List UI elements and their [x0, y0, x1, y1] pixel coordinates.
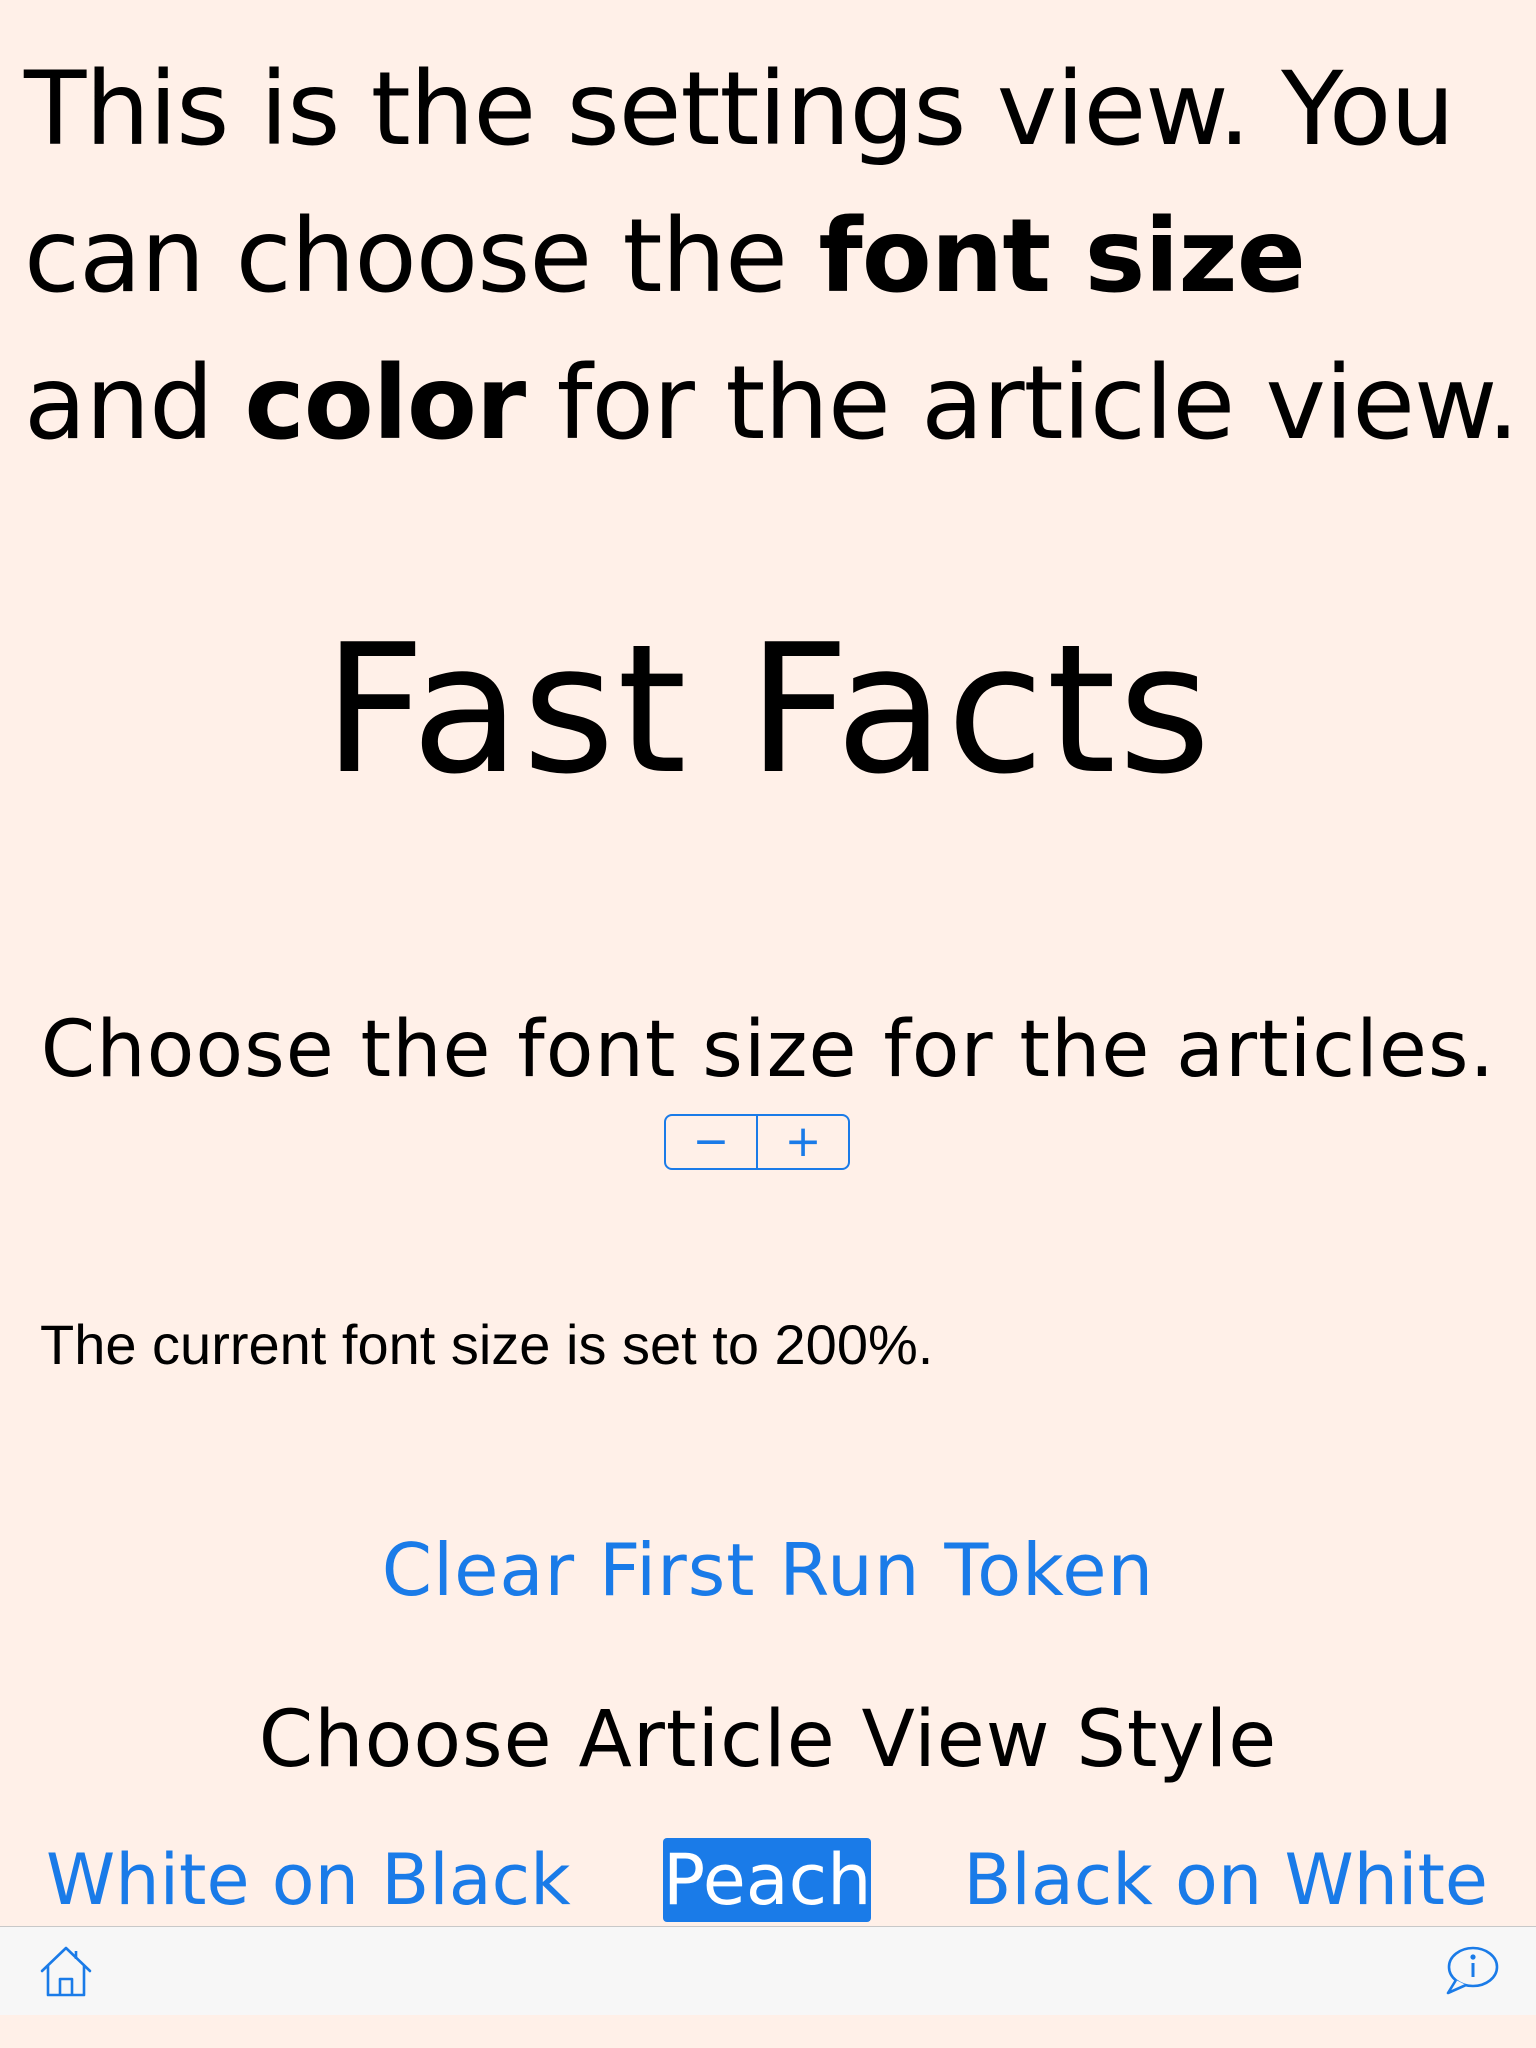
clear-first-run-token-button[interactable]: Clear First Run Token: [0, 1520, 1536, 1620]
intro-text-3: for the article view.: [525, 344, 1520, 463]
bottom-toolbar: [0, 1926, 1536, 2015]
info-bubble-icon[interactable]: [1442, 1943, 1502, 1999]
settings-intro-text: This is the settings view. You can choos…: [24, 36, 1524, 477]
app-title: Fast Facts: [323, 606, 1213, 813]
intro-bold-color: color: [244, 344, 526, 463]
intro-bold-font-size: font size: [818, 197, 1306, 316]
decrease-font-button[interactable]: −: [666, 1116, 756, 1168]
article-style-heading: Choose Article View Style: [258, 1695, 1278, 1785]
article-style-selector: White on Black Peach Black on White: [0, 1838, 1536, 1922]
style-option-peach[interactable]: Peach: [663, 1838, 872, 1922]
current-font-size-label: The current font size is set to 200%.: [40, 1313, 934, 1376]
home-icon[interactable]: [36, 1943, 96, 1999]
font-size-stepper[interactable]: − +: [664, 1114, 850, 1170]
font-size-prompt: Choose the font size for the articles.: [40, 1005, 1496, 1095]
style-option-black-on-white[interactable]: Black on White: [963, 1838, 1488, 1922]
style-option-white-on-black[interactable]: White on Black: [46, 1838, 571, 1922]
intro-text-2: and: [24, 344, 245, 463]
increase-font-button[interactable]: +: [758, 1116, 848, 1168]
